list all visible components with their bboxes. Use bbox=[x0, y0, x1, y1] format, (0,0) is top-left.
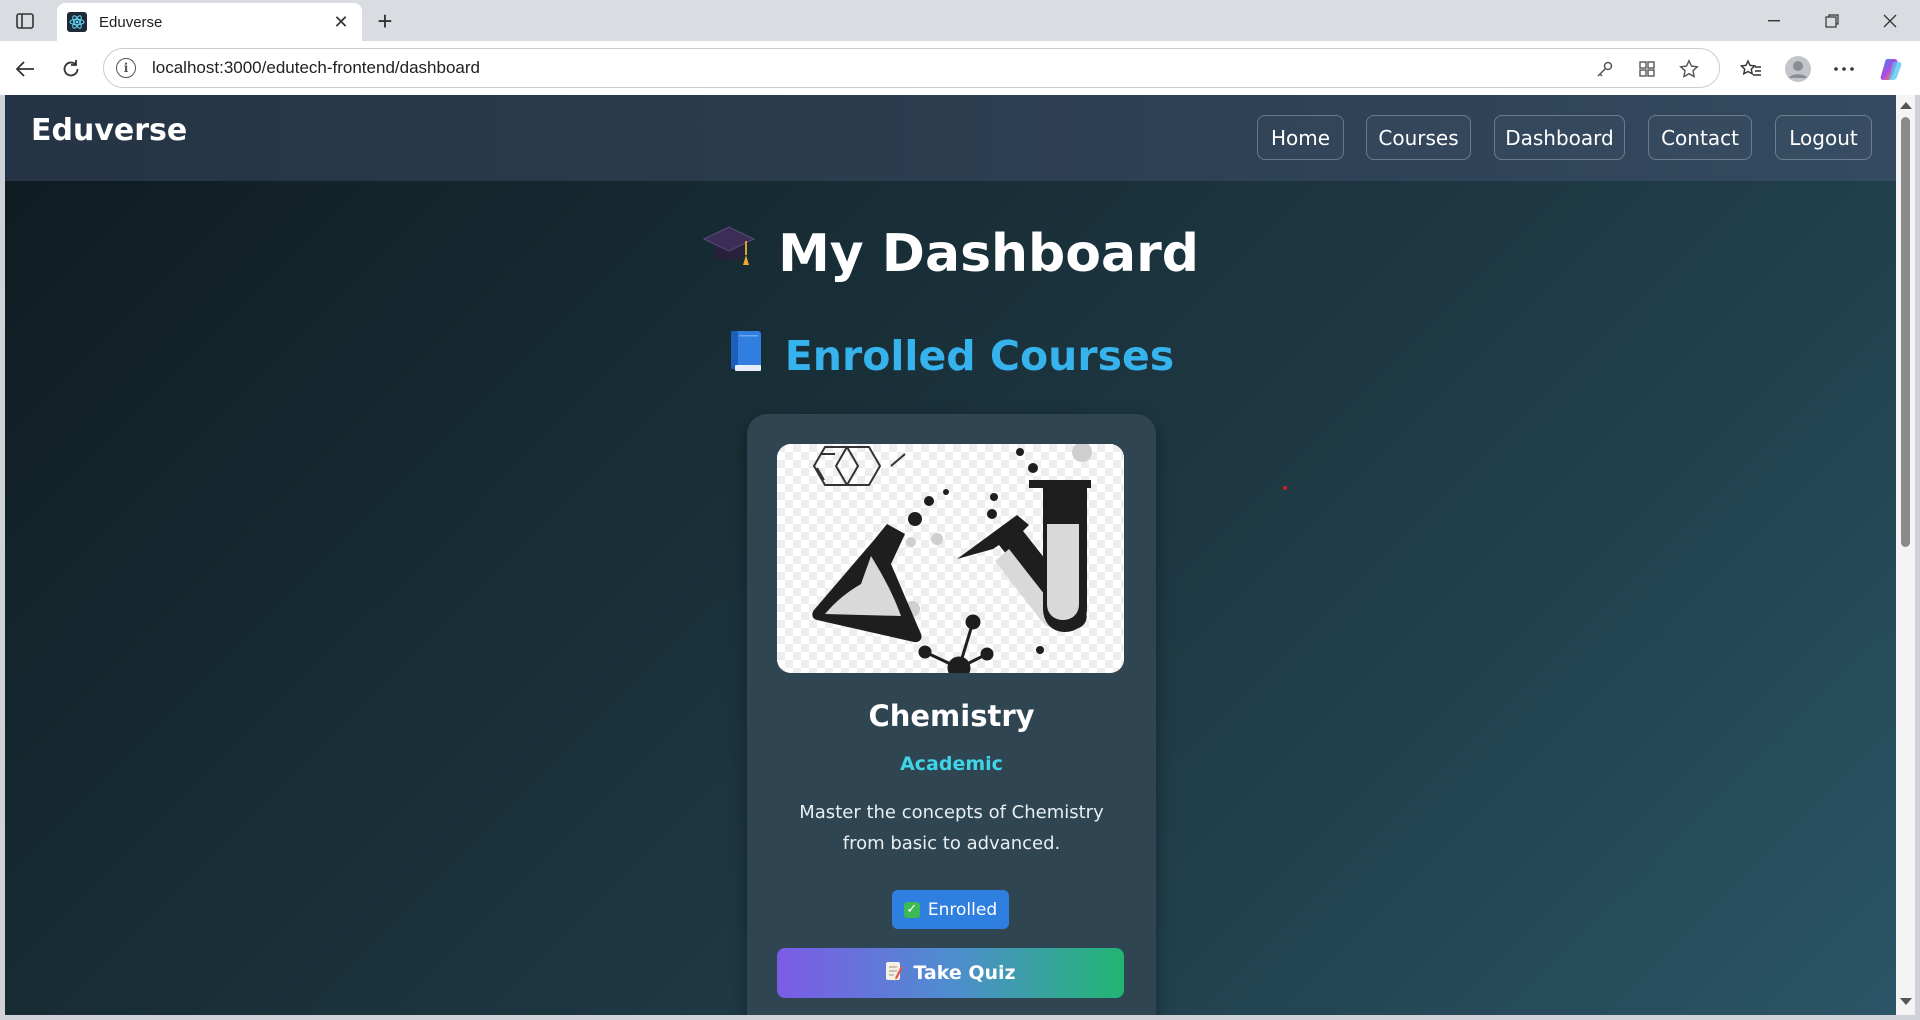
dashboard-heading: My Dashboard bbox=[778, 223, 1199, 284]
sidebar-toggle-icon[interactable] bbox=[10, 8, 40, 34]
scroll-down-icon[interactable] bbox=[1900, 998, 1912, 1005]
copilot-icon[interactable] bbox=[1874, 52, 1908, 86]
page-scrollbar[interactable] bbox=[1896, 95, 1915, 1015]
profile-avatar-icon[interactable] bbox=[1781, 52, 1815, 86]
browser-tab[interactable]: Eduverse ✕ bbox=[57, 3, 362, 41]
check-mark-icon: ✓ bbox=[903, 901, 920, 918]
close-tab-icon[interactable]: ✕ bbox=[330, 11, 352, 33]
blue-book-icon bbox=[727, 329, 765, 383]
more-options-icon[interactable] bbox=[1827, 52, 1861, 86]
favorites-icon[interactable] bbox=[1734, 52, 1768, 86]
course-description: Master the concepts of Chemistry from ba… bbox=[799, 802, 1104, 854]
enrolled-badge: ✓ Enrolled bbox=[892, 890, 1009, 929]
site-info-icon[interactable]: i bbox=[116, 58, 136, 78]
reload-icon[interactable] bbox=[54, 52, 88, 86]
nav-contact[interactable]: Contact bbox=[1648, 115, 1752, 160]
browser-tab-bar: Eduverse ✕ + bbox=[0, 0, 1920, 41]
browser-toolbar: i localhost:3000/edutech-frontend/dashbo… bbox=[0, 41, 1920, 95]
address-bar[interactable]: i localhost:3000/edutech-frontend/dashbo… bbox=[103, 48, 1720, 88]
take-quiz-button[interactable]: Take Quiz bbox=[777, 948, 1124, 998]
nav-courses[interactable]: Courses bbox=[1366, 115, 1471, 160]
scroll-up-icon[interactable] bbox=[1900, 102, 1912, 109]
scrollbar-thumb[interactable] bbox=[1901, 117, 1910, 547]
course-category: Academic bbox=[900, 753, 1003, 775]
tab-title: Eduverse bbox=[99, 13, 163, 31]
back-arrow-icon[interactable] bbox=[8, 52, 42, 86]
course-title: Chemistry bbox=[868, 699, 1035, 733]
section-title: Enrolled Courses bbox=[5, 329, 1896, 383]
memo-icon bbox=[885, 960, 904, 987]
close-window-icon[interactable] bbox=[1861, 0, 1919, 41]
nav-home[interactable]: Home bbox=[1257, 115, 1344, 160]
star-icon[interactable] bbox=[1673, 53, 1705, 85]
page-viewport: Eduverse Home Courses Dashboard Contact … bbox=[5, 95, 1896, 1015]
enrolled-courses-heading: Enrolled Courses bbox=[784, 332, 1175, 380]
enrolled-label: Enrolled bbox=[927, 899, 998, 920]
new-tab-icon[interactable]: + bbox=[371, 6, 399, 36]
apps-icon[interactable] bbox=[1631, 53, 1663, 85]
graduation-cap-icon bbox=[702, 223, 756, 284]
react-icon bbox=[67, 12, 87, 32]
minimize-icon[interactable] bbox=[1745, 0, 1803, 41]
key-icon[interactable] bbox=[1589, 53, 1621, 85]
restore-icon[interactable] bbox=[1803, 0, 1861, 41]
chemistry-illustration bbox=[777, 444, 1124, 673]
site-brand[interactable]: Eduverse bbox=[31, 113, 187, 148]
course-card: Chemistry Academic Master the concepts o… bbox=[747, 414, 1156, 1015]
site-navbar: Eduverse Home Courses Dashboard Contact … bbox=[5, 95, 1896, 181]
take-quiz-label: Take Quiz bbox=[913, 962, 1016, 984]
nav-logout[interactable]: Logout bbox=[1775, 115, 1872, 160]
cursor-dot bbox=[1283, 486, 1287, 490]
url-text[interactable]: localhost:3000/edutech-frontend/dashboar… bbox=[152, 58, 480, 78]
nav-dashboard[interactable]: Dashboard bbox=[1494, 115, 1625, 160]
page-title: My Dashboard bbox=[5, 223, 1896, 284]
